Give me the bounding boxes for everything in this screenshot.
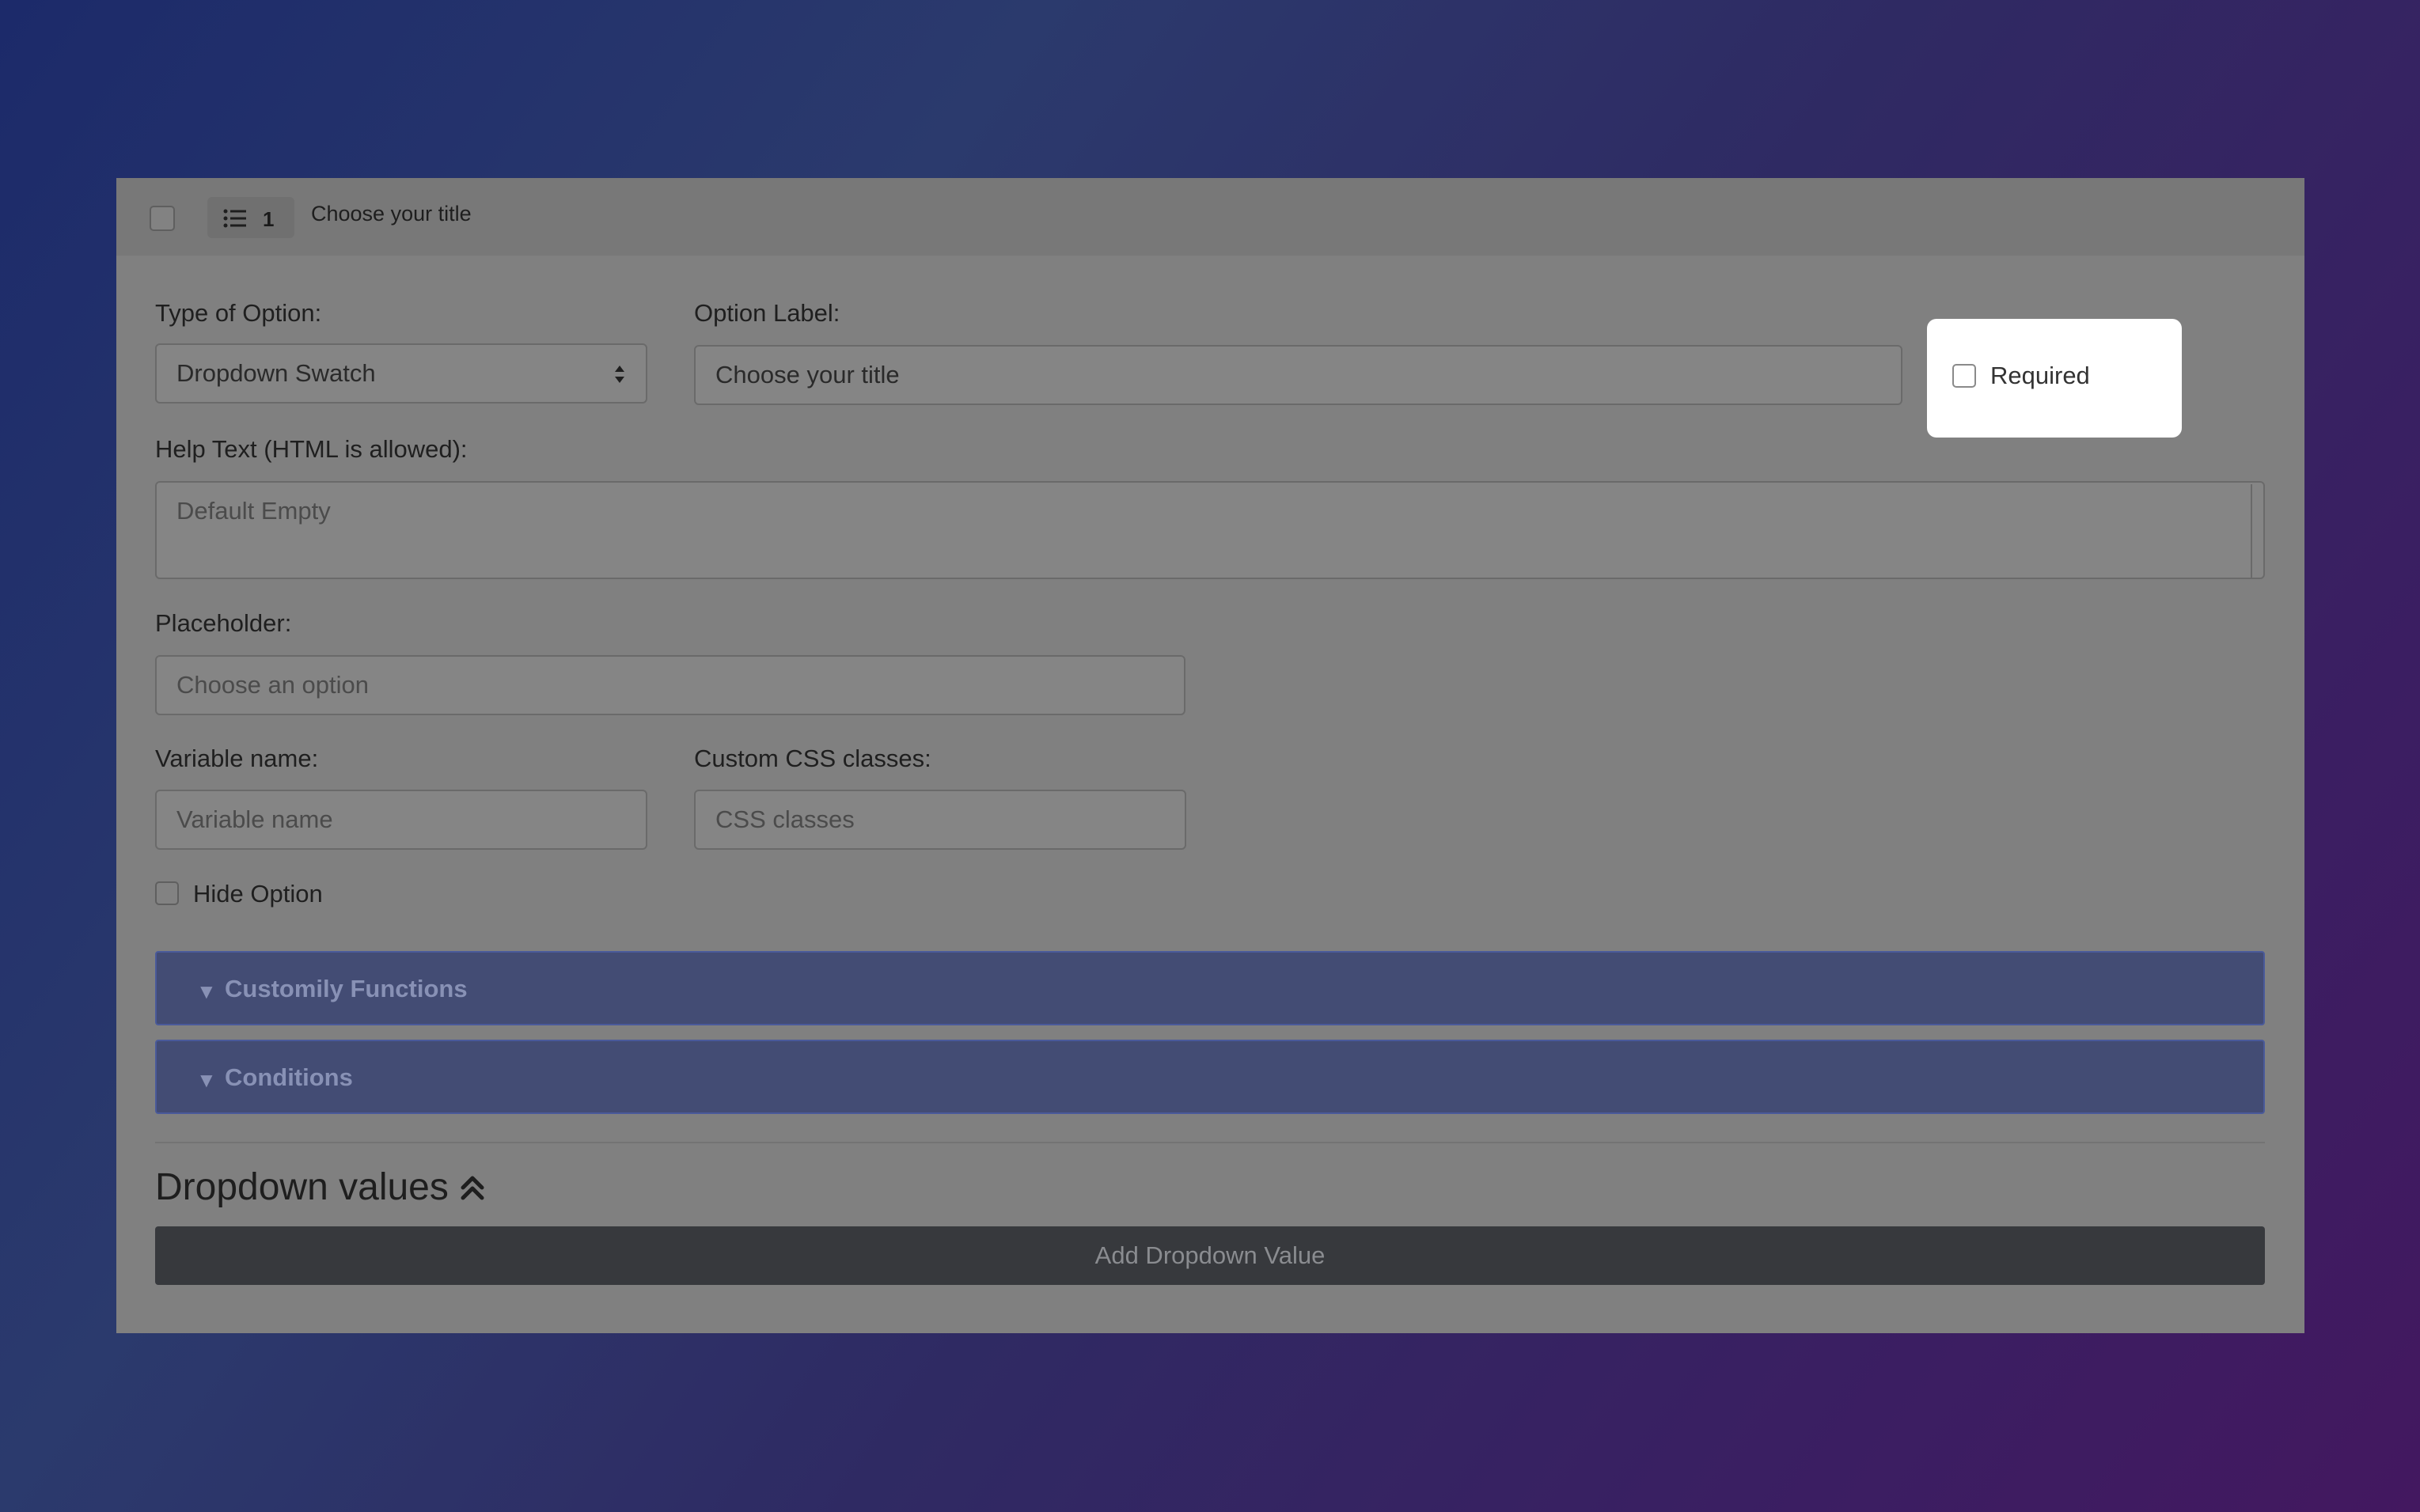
textarea-resize-handle[interactable] — [2251, 484, 2260, 578]
placeholder-input[interactable]: Choose an option — [155, 655, 1185, 715]
dropdown-values-heading: Dropdown values — [155, 1165, 487, 1209]
add-dropdown-value-button[interactable]: Add Dropdown Value — [155, 1226, 2265, 1285]
hide-option-checkbox[interactable] — [155, 881, 179, 905]
option-card: 1 Choose your title Type of Option: Drop… — [116, 178, 2304, 1333]
placeholder-label: Placeholder: — [155, 609, 292, 637]
custom-css-label: Custom CSS classes: — [694, 745, 931, 772]
option-label-input[interactable]: Choose your title — [694, 345, 1902, 405]
caret-down-icon: ▼ — [196, 980, 217, 1003]
variable-name-label: Variable name: — [155, 745, 319, 772]
section-divider — [155, 1142, 2265, 1143]
help-text-label: Help Text (HTML is allowed): — [155, 435, 468, 463]
option-label-value: Choose your title — [715, 361, 900, 388]
custom-css-input[interactable]: CSS classes — [694, 790, 1186, 850]
type-of-option-value: Dropdown Swatch — [176, 359, 376, 387]
hide-option-label[interactable]: Hide Option — [193, 880, 323, 908]
type-of-option-label: Type of Option: — [155, 299, 322, 327]
double-chevron-up-icon[interactable] — [458, 1173, 487, 1202]
dropdown-values-title: Dropdown values — [155, 1166, 449, 1208]
select-arrows-icon — [615, 366, 624, 383]
required-toggle[interactable]: Required — [1927, 319, 2182, 438]
placeholder-input-placeholder: Choose an option — [176, 671, 370, 699]
help-text-textarea[interactable]: Default Empty — [155, 481, 2265, 579]
accordion-label: Conditions — [225, 1063, 353, 1091]
help-text-placeholder: Default Empty — [176, 497, 331, 525]
option-order-badge[interactable]: 1 — [207, 197, 294, 238]
type-of-option-select[interactable]: Dropdown Swatch — [155, 343, 647, 404]
list-icon — [223, 209, 246, 228]
select-option-checkbox[interactable] — [150, 206, 175, 231]
caret-down-icon: ▼ — [196, 1068, 217, 1092]
custom-css-placeholder: CSS classes — [715, 805, 855, 833]
option-order-number: 1 — [263, 207, 275, 231]
variable-name-placeholder: Variable name — [176, 805, 333, 833]
accordion-conditions[interactable]: ▼ Conditions — [155, 1040, 2265, 1114]
variable-name-input[interactable]: Variable name — [155, 790, 647, 850]
card-header: 1 Choose your title — [116, 178, 2304, 256]
required-label: Required — [1990, 362, 2090, 389]
accordion-label: Customily Functions — [225, 975, 468, 1002]
required-checkbox[interactable] — [1952, 364, 1976, 388]
option-label-label: Option Label: — [694, 299, 840, 327]
accordion-customily-functions[interactable]: ▼ Customily Functions — [155, 951, 2265, 1025]
option-title: Choose your title — [311, 202, 472, 225]
